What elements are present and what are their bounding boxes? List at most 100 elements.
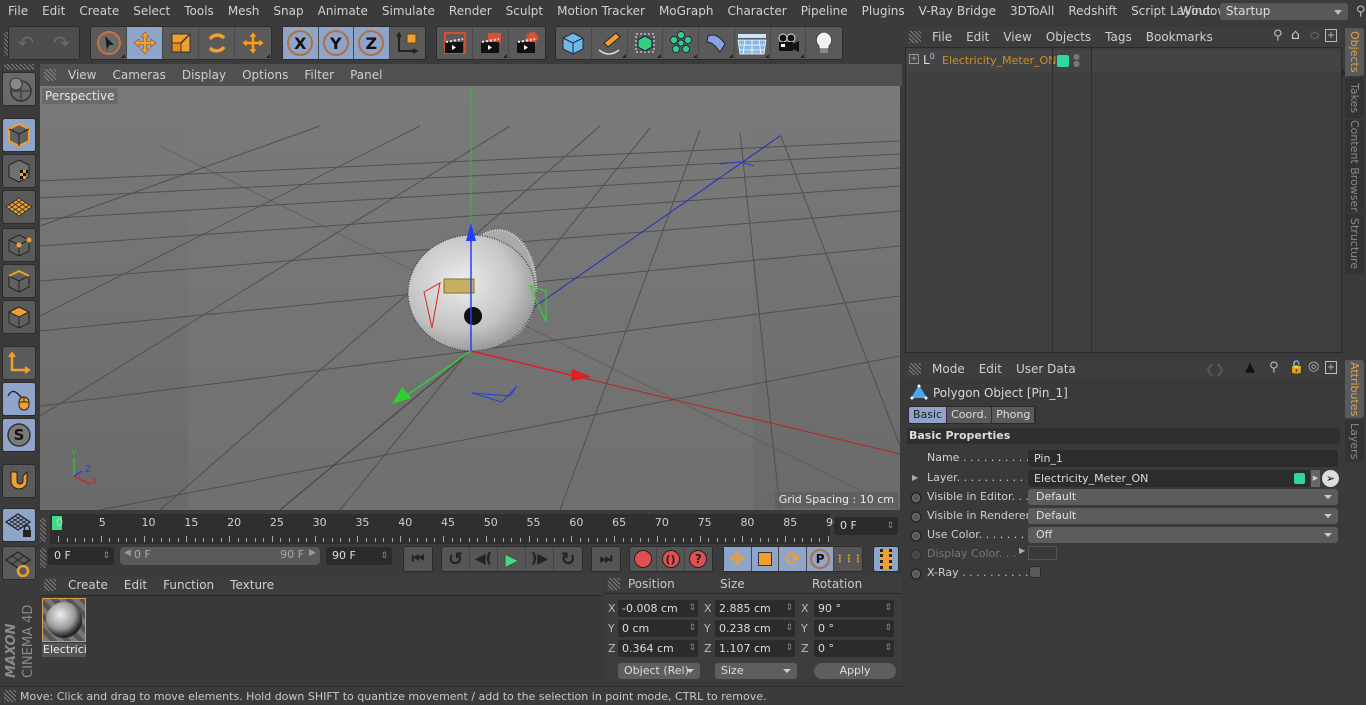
material-menu-function[interactable]: Function	[155, 578, 222, 592]
visible-editor-dropdown[interactable]: Default	[1028, 489, 1338, 505]
deformer-button[interactable]	[699, 27, 735, 59]
3d-viewport[interactable]: Y Z X Perspective Grid Spacing : 10 cm	[40, 86, 900, 510]
coordinates-grip[interactable]	[608, 577, 620, 590]
move-tool-button[interactable]	[127, 27, 163, 59]
layer-menu-arrow[interactable]: ▶	[1311, 470, 1320, 487]
am-lock-icon[interactable]: 🔓	[1289, 360, 1304, 374]
om-menu-bookmarks[interactable]: Bookmarks	[1139, 30, 1220, 44]
range-right-arrow[interactable]: ▶	[309, 548, 316, 558]
go-to-start-button[interactable]: ⏮	[404, 547, 432, 571]
key-rotation-button[interactable]: ⟳	[779, 547, 807, 571]
animate-dot-icon[interactable]	[910, 511, 922, 523]
viewport-menu-view[interactable]: View	[60, 68, 104, 82]
render-view-button[interactable]	[437, 27, 473, 59]
side-tab-content-browser[interactable]: Content Browser	[1345, 120, 1364, 212]
make-editable-button[interactable]	[2, 72, 36, 106]
current-frame-field[interactable]: 0 F	[834, 517, 898, 535]
y-axis-lock-button[interactable]: Y	[318, 27, 354, 59]
menu-vray-bridge[interactable]: V-Ray Bridge	[911, 4, 1002, 18]
tab-coord[interactable]: Coord.	[947, 407, 993, 423]
om-menu-objects[interactable]: Objects	[1039, 30, 1098, 44]
keyframe-selection-button[interactable]: ?	[685, 547, 712, 571]
layout-dropdown[interactable]: Startup	[1219, 2, 1348, 20]
material-menu-edit[interactable]: Edit	[116, 578, 155, 592]
material-name[interactable]: Electricit	[42, 643, 86, 657]
end-frame-field[interactable]: 90 F	[326, 547, 392, 565]
am-search-icon[interactable]: ⚲	[1269, 360, 1279, 375]
model-mode-button[interactable]	[2, 118, 36, 152]
material-menu-create[interactable]: Create	[60, 578, 116, 592]
viewport-menu-cameras[interactable]: Cameras	[104, 68, 173, 82]
workplane-axis-button[interactable]	[2, 546, 36, 580]
use-color-dropdown[interactable]: Off	[1028, 527, 1338, 543]
play-button[interactable]: ▶	[498, 547, 526, 571]
menu-snap[interactable]: Snap	[265, 4, 309, 18]
polygons-mode-button[interactable]	[2, 300, 36, 334]
open-timeline-button[interactable]	[874, 547, 898, 571]
material-menu-texture[interactable]: Texture	[222, 578, 282, 592]
viewport-menu-display[interactable]: Display	[174, 68, 234, 82]
om-new-window-icon[interactable]: +	[1325, 29, 1337, 42]
am-new-window-icon[interactable]: +	[1325, 361, 1337, 374]
menu-edit[interactable]: Edit	[34, 4, 71, 18]
rotation-x-field[interactable]: 90 °	[814, 600, 894, 617]
next-frame-button[interactable]: )▶	[526, 547, 554, 571]
menu-plugins[interactable]: Plugins	[854, 4, 911, 18]
previous-key-button[interactable]: ↺	[442, 547, 470, 571]
key-pla-button[interactable]: ⋮⋮⋮	[834, 547, 863, 571]
am-pointer-icon[interactable]: ▲	[1245, 360, 1255, 375]
menu-mesh[interactable]: Mesh	[220, 4, 266, 18]
animate-dot-icon[interactable]	[910, 568, 922, 580]
render-settings-button[interactable]	[509, 27, 545, 59]
am-menu-mode[interactable]: Mode	[925, 362, 972, 376]
om-home-icon[interactable]: ⌂	[1291, 27, 1300, 43]
xray-checkbox[interactable]	[1029, 566, 1041, 578]
subdivision-surface-button[interactable]	[628, 27, 664, 59]
floor-button[interactable]	[735, 27, 771, 59]
timeline-grip[interactable]	[40, 518, 46, 542]
viewport-menu-options[interactable]: Options	[234, 68, 296, 82]
expand-icon[interactable]: +	[909, 54, 919, 64]
palette-grip[interactable]	[4, 64, 34, 70]
camera-button[interactable]	[771, 27, 807, 59]
om-menu-file[interactable]: File	[925, 30, 959, 44]
z-axis-lock-button[interactable]: Z	[354, 27, 390, 59]
menu-mograph[interactable]: MoGraph	[651, 4, 720, 18]
cloner-button[interactable]	[663, 27, 699, 59]
texture-mode-button[interactable]	[2, 154, 36, 188]
rotation-z-field[interactable]: 0 °	[814, 640, 894, 657]
range-left-arrow[interactable]: ◀	[124, 548, 131, 558]
menu-file[interactable]: File	[0, 4, 34, 18]
menu-pipeline[interactable]: Pipeline	[793, 4, 854, 18]
am-menu-user-data[interactable]: User Data	[1009, 362, 1083, 376]
layer-field[interactable]: Electricity_Meter_ON	[1028, 470, 1310, 487]
tweak-mode-button[interactable]	[2, 382, 36, 416]
layer-expand-icon[interactable]: ▶	[912, 473, 918, 482]
key-parameter-button[interactable]: P	[806, 547, 835, 571]
menu-sculpt[interactable]: Sculpt	[498, 4, 549, 18]
om-menu-view[interactable]: View	[996, 30, 1038, 44]
position-z-field[interactable]: 0.364 cm	[618, 640, 698, 657]
visible-renderer-dropdown[interactable]: Default	[1028, 508, 1338, 524]
om-menu-edit[interactable]: Edit	[959, 30, 996, 44]
position-y-field[interactable]: 0 cm	[618, 620, 698, 637]
camera-label[interactable]: Perspective	[42, 88, 118, 104]
auto-keying-button[interactable]: ()	[657, 547, 685, 571]
edges-mode-button[interactable]	[2, 264, 36, 298]
scale-tool-button[interactable]	[163, 27, 199, 59]
size-y-field[interactable]: 0.238 cm	[715, 620, 795, 637]
visibility-dots-icon[interactable]: ● ●	[1073, 53, 1080, 68]
record-keys-button[interactable]	[630, 547, 658, 571]
x-axis-lock-button[interactable]: X	[283, 27, 319, 59]
redo-button[interactable]: ↷	[44, 27, 79, 59]
key-position-button[interactable]: ✥	[724, 547, 752, 571]
menu-create[interactable]: Create	[71, 4, 125, 18]
last-tool-button[interactable]	[235, 27, 271, 59]
timeline-ruler[interactable]: 0 5 10 15 20 25 30 35 40 45 50 55 60 65 70 75 80 85 90	[50, 514, 840, 544]
menu-3dtoall[interactable]: 3DToAll	[1002, 4, 1060, 18]
position-x-field[interactable]: -0.008 cm	[618, 600, 698, 617]
viewport-menu-panel[interactable]: Panel	[342, 68, 390, 82]
menu-character[interactable]: Character	[719, 4, 792, 18]
layer-pick-icon[interactable]: ➢	[1322, 470, 1339, 487]
om-menu-tags[interactable]: Tags	[1098, 30, 1139, 44]
